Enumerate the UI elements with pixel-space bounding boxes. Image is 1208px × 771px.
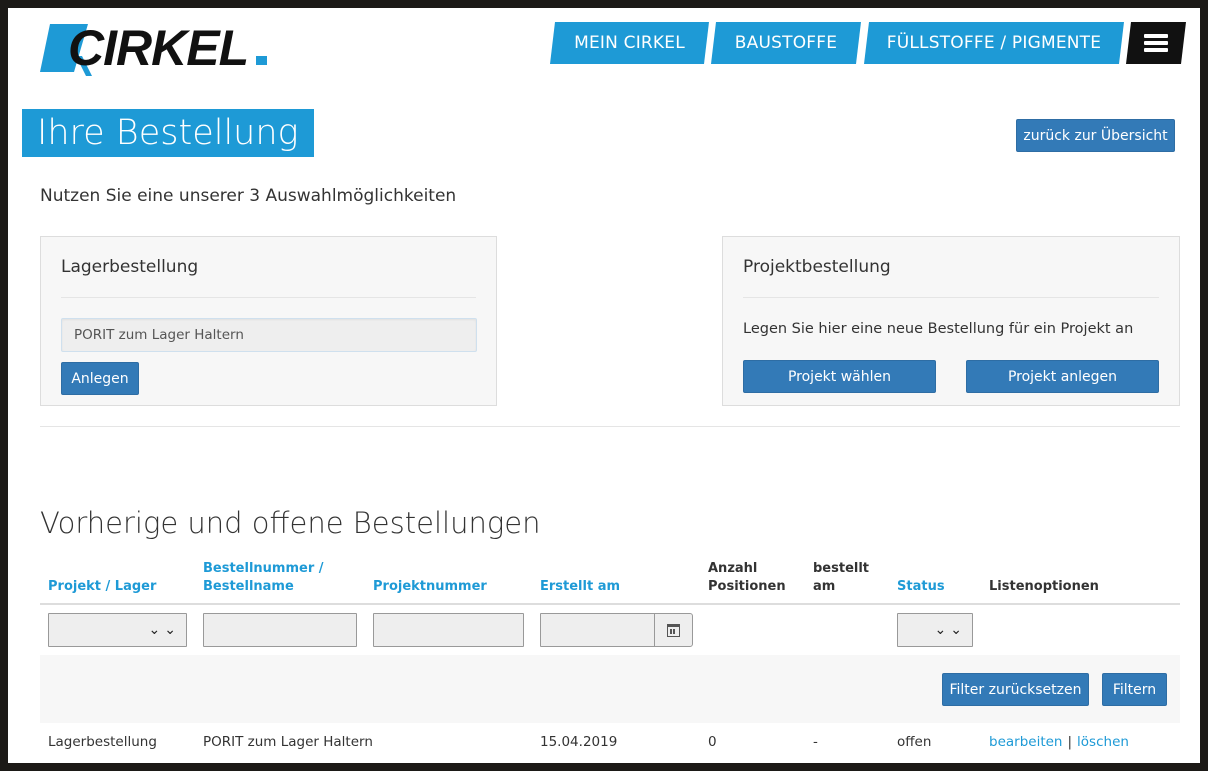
datepicker-button[interactable] xyxy=(654,613,693,647)
projekt-panel-title: Projektbestellung xyxy=(743,257,891,277)
filter-projektnummer-input[interactable] xyxy=(373,613,524,647)
column-header-bestellnummer[interactable]: Bestellnummer / Bestellname xyxy=(203,560,324,596)
lager-panel-title: Lagerbestellung xyxy=(61,257,199,277)
filter-erstellt-am-input[interactable] xyxy=(540,613,655,647)
cell-anzahl-positionen: 0 xyxy=(708,734,717,750)
menu-button[interactable] xyxy=(1126,22,1186,64)
projekt-anlegen-button[interactable]: Projekt anlegen xyxy=(966,360,1159,393)
calendar-icon xyxy=(667,623,680,637)
column-header-listenoptionen: Listenoptionen xyxy=(989,579,1099,594)
filter-status-select[interactable]: ⌄⌄ xyxy=(897,613,973,647)
nav-item-fuellstoffe-pigmente[interactable]: FÜLLSTOFFE / PIGMENTE xyxy=(864,22,1124,64)
cell-projekt-lager: Lagerbestellung xyxy=(48,734,157,750)
filter-reset-button[interactable]: Filter zurücksetzen xyxy=(942,673,1089,706)
page-title: Ihre Bestellung xyxy=(22,109,314,157)
edit-order-link[interactable]: bearbeiten xyxy=(989,734,1062,750)
panel-divider xyxy=(743,297,1159,298)
orders-section-title: Vorherige und offene Bestellungen xyxy=(40,506,541,540)
column-header-erstellt-am[interactable]: Erstellt am xyxy=(540,578,620,596)
cell-bestellt-am: - xyxy=(813,734,818,750)
hamburger-menu-icon xyxy=(1144,34,1168,52)
delete-order-link[interactable]: löschen xyxy=(1077,734,1129,750)
chevron-down-icon: ⌄⌄ xyxy=(148,622,180,638)
filter-apply-button[interactable]: Filtern xyxy=(1102,673,1167,706)
panel-divider xyxy=(61,297,476,298)
lager-order-panel: Lagerbestellung Anlegen xyxy=(40,236,497,406)
column-header-anzahl-positionen: Anzahl Positionen xyxy=(708,561,786,594)
column-header-bestellt-am: bestellt am xyxy=(813,561,870,594)
lager-name-input[interactable] xyxy=(61,318,477,352)
nav-item-mein-cirkel[interactable]: MEIN CIRKEL xyxy=(550,22,709,64)
filter-projekt-lager-select[interactable]: ⌄⌄ xyxy=(48,613,187,647)
cell-status: offen xyxy=(897,734,932,750)
back-to-overview-button[interactable]: zurück zur Übersicht xyxy=(1016,119,1175,152)
chevron-down-icon: ⌄⌄ xyxy=(934,622,966,638)
cell-erstellt-am: 15.04.2019 xyxy=(540,734,618,750)
cell-listenoptionen: bearbeiten | löschen xyxy=(989,734,1129,750)
projekt-waehlen-button[interactable]: Projekt wählen xyxy=(743,360,936,393)
browser-viewport: CIRKEL MEIN CIRKEL BAUSTOFFE FÜLLSTOFFE … xyxy=(8,8,1200,763)
filter-bestellnummer-input[interactable] xyxy=(203,613,357,647)
table-header-divider xyxy=(40,603,1180,605)
section-divider xyxy=(40,426,1180,427)
anlegen-button[interactable]: Anlegen xyxy=(61,362,139,395)
projekt-description: Legen Sie hier eine neue Bestellung für … xyxy=(743,321,1134,337)
main-nav: MEIN CIRKEL BAUSTOFFE FÜLLSTOFFE / PIGME… xyxy=(8,22,1200,64)
projekt-order-panel: Projektbestellung Legen Sie hier eine ne… xyxy=(722,236,1180,406)
cell-bestellname: PORIT zum Lager Haltern xyxy=(203,734,373,750)
column-header-projektnummer[interactable]: Projektnummer xyxy=(373,578,487,596)
link-separator: | xyxy=(1067,734,1073,750)
nav-item-baustoffe[interactable]: BAUSTOFFE xyxy=(711,22,861,64)
column-header-projekt-lager[interactable]: Projekt / Lager xyxy=(48,578,156,596)
intro-text: Nutzen Sie eine unserer 3 Auswahlmöglich… xyxy=(40,186,457,206)
column-header-status[interactable]: Status xyxy=(897,578,945,596)
